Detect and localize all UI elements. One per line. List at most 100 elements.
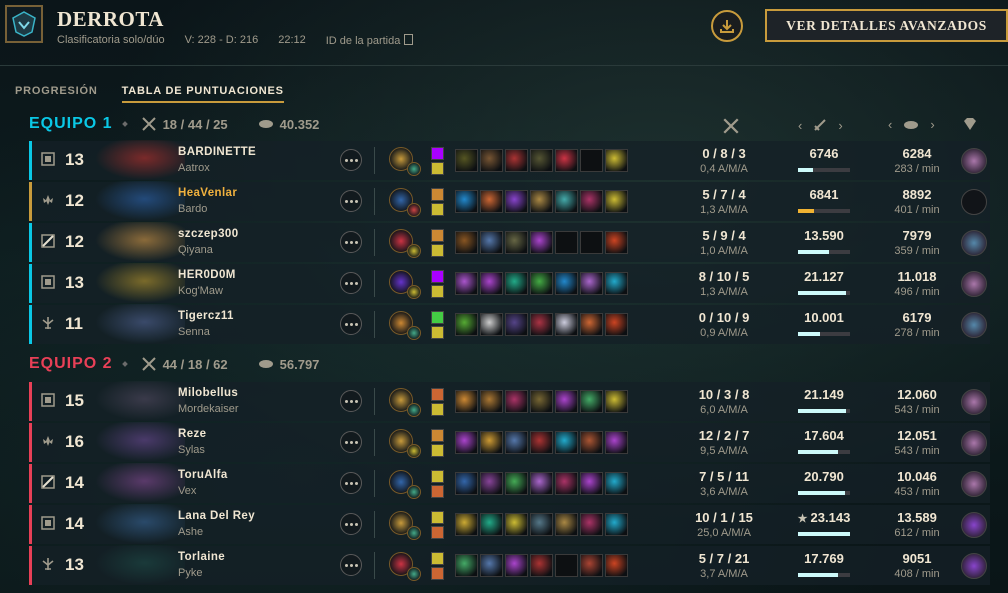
item-slot[interactable]: [455, 513, 478, 536]
item-slot[interactable]: [505, 390, 528, 413]
summoner-spell-icon[interactable]: [431, 567, 444, 580]
item-slot[interactable]: [530, 149, 553, 172]
item-slot[interactable]: [505, 149, 528, 172]
item-slot[interactable]: [555, 554, 578, 577]
item-slot[interactable]: [605, 313, 628, 336]
item-slot[interactable]: [505, 272, 528, 295]
trinket-icon[interactable]: [961, 471, 987, 497]
summoner-spell-icon[interactable]: [431, 285, 444, 298]
summoner-spell-icon[interactable]: [431, 552, 444, 565]
secondary-rune-icon[interactable]: [407, 444, 421, 458]
secondary-rune-icon[interactable]: [407, 526, 421, 540]
item-slot[interactable]: [455, 554, 478, 577]
summoner-name[interactable]: Torlaine: [178, 551, 225, 563]
item-slot[interactable]: [580, 431, 603, 454]
summoner-name[interactable]: Tigercz11: [178, 310, 234, 322]
more-options-button[interactable]: [340, 554, 362, 576]
item-slot[interactable]: [505, 190, 528, 213]
secondary-rune-icon[interactable]: [407, 203, 421, 217]
secondary-rune-icon[interactable]: [407, 244, 421, 258]
summoner-spell-icon[interactable]: [431, 388, 444, 401]
summoner-spell-icon[interactable]: [431, 203, 444, 216]
item-slot[interactable]: [555, 231, 578, 254]
summoner-spell-icon[interactable]: [431, 147, 444, 160]
item-slot[interactable]: [530, 431, 553, 454]
match-id-label[interactable]: ID de la partida: [326, 34, 414, 47]
summoner-name[interactable]: BARDINETTE: [178, 146, 256, 158]
copy-icon[interactable]: [404, 34, 414, 45]
summoner-name[interactable]: Reze: [178, 428, 206, 440]
trinket-icon[interactable]: [961, 430, 987, 456]
summoner-spell-icon[interactable]: [431, 470, 444, 483]
item-slot[interactable]: [555, 472, 578, 495]
player-row[interactable]: 13 Torlaine Pyke 5 / 7 / 21 3,7 A/M/A 17.769 9…: [29, 545, 990, 585]
item-slot[interactable]: [605, 190, 628, 213]
more-options-button[interactable]: [340, 513, 362, 535]
trinket-icon[interactable]: [961, 148, 987, 174]
item-slot[interactable]: [605, 272, 628, 295]
item-slot[interactable]: [530, 554, 553, 577]
item-slot[interactable]: [530, 513, 553, 536]
item-slot[interactable]: [480, 313, 503, 336]
summoner-name[interactable]: ToruAlfa: [178, 469, 228, 481]
more-options-button[interactable]: [340, 190, 362, 212]
item-slot[interactable]: [580, 513, 603, 536]
summoner-name[interactable]: Lana Del Rey: [178, 510, 255, 522]
more-options-button[interactable]: [340, 149, 362, 171]
chevron-left-icon[interactable]: ‹: [798, 118, 802, 133]
item-slot[interactable]: [580, 313, 603, 336]
item-slot[interactable]: [455, 313, 478, 336]
player-row[interactable]: 13 HER0D0M Kog'Maw 8 / 10 / 5 1,3 A/M/A 21.12…: [29, 263, 990, 303]
tab-scoreboard[interactable]: TABLA DE PUNTUACIONES: [121, 85, 284, 103]
damage-column-header[interactable]: ‹ ›: [798, 117, 843, 133]
summoner-spell-icon[interactable]: [431, 244, 444, 257]
secondary-rune-icon[interactable]: [407, 485, 421, 499]
secondary-rune-icon[interactable]: [407, 567, 421, 581]
item-slot[interactable]: [480, 231, 503, 254]
download-button[interactable]: [711, 10, 743, 42]
secondary-rune-icon[interactable]: [407, 162, 421, 176]
more-options-button[interactable]: [340, 390, 362, 412]
trinket-icon[interactable]: [961, 389, 987, 415]
item-slot[interactable]: [605, 472, 628, 495]
item-slot[interactable]: [480, 149, 503, 172]
item-slot[interactable]: [555, 272, 578, 295]
item-slot[interactable]: [480, 431, 503, 454]
item-slot[interactable]: [580, 231, 603, 254]
item-slot[interactable]: [580, 390, 603, 413]
summoner-name[interactable]: HeaVenlar: [178, 187, 237, 199]
player-row[interactable]: 12 HeaVenlar Bardo 5 / 7 / 4 1,3 A/M/A 6841 88…: [29, 181, 990, 221]
item-slot[interactable]: [580, 272, 603, 295]
item-slot[interactable]: [555, 149, 578, 172]
trinket-icon[interactable]: [961, 189, 987, 215]
summoner-spell-icon[interactable]: [431, 270, 444, 283]
item-slot[interactable]: [605, 513, 628, 536]
summoner-spell-icon[interactable]: [431, 429, 444, 442]
more-options-button[interactable]: [340, 272, 362, 294]
item-slot[interactable]: [480, 513, 503, 536]
trinket-icon[interactable]: [961, 230, 987, 256]
summoner-spell-icon[interactable]: [431, 229, 444, 242]
player-row[interactable]: 11 Tigercz11 Senna 0 / 10 / 9 0,9 A/M/A 10.00…: [29, 304, 990, 344]
player-row[interactable]: 15 Milobellus Mordekaiser 10 / 3 / 8 6,0 A/M…: [29, 381, 990, 421]
item-slot[interactable]: [605, 149, 628, 172]
more-options-button[interactable]: [340, 472, 362, 494]
tab-progression[interactable]: PROGRESIÓN: [15, 85, 98, 103]
chevron-left-icon[interactable]: ‹: [888, 117, 892, 132]
chevron-right-icon[interactable]: ›: [930, 117, 934, 132]
more-options-button[interactable]: [340, 231, 362, 253]
player-row[interactable]: 16 Reze Sylas 12 / 2 / 7 9,5 A/M/A 17.604 12.0…: [29, 422, 990, 462]
item-slot[interactable]: [505, 431, 528, 454]
item-slot[interactable]: [605, 231, 628, 254]
item-slot[interactable]: [455, 149, 478, 172]
item-slot[interactable]: [555, 431, 578, 454]
more-options-button[interactable]: [340, 313, 362, 335]
summoner-spell-icon[interactable]: [431, 188, 444, 201]
summoner-spell-icon[interactable]: [431, 485, 444, 498]
item-slot[interactable]: [605, 431, 628, 454]
item-slot[interactable]: [455, 190, 478, 213]
item-slot[interactable]: [530, 272, 553, 295]
item-slot[interactable]: [580, 554, 603, 577]
item-slot[interactable]: [505, 513, 528, 536]
item-slot[interactable]: [480, 472, 503, 495]
